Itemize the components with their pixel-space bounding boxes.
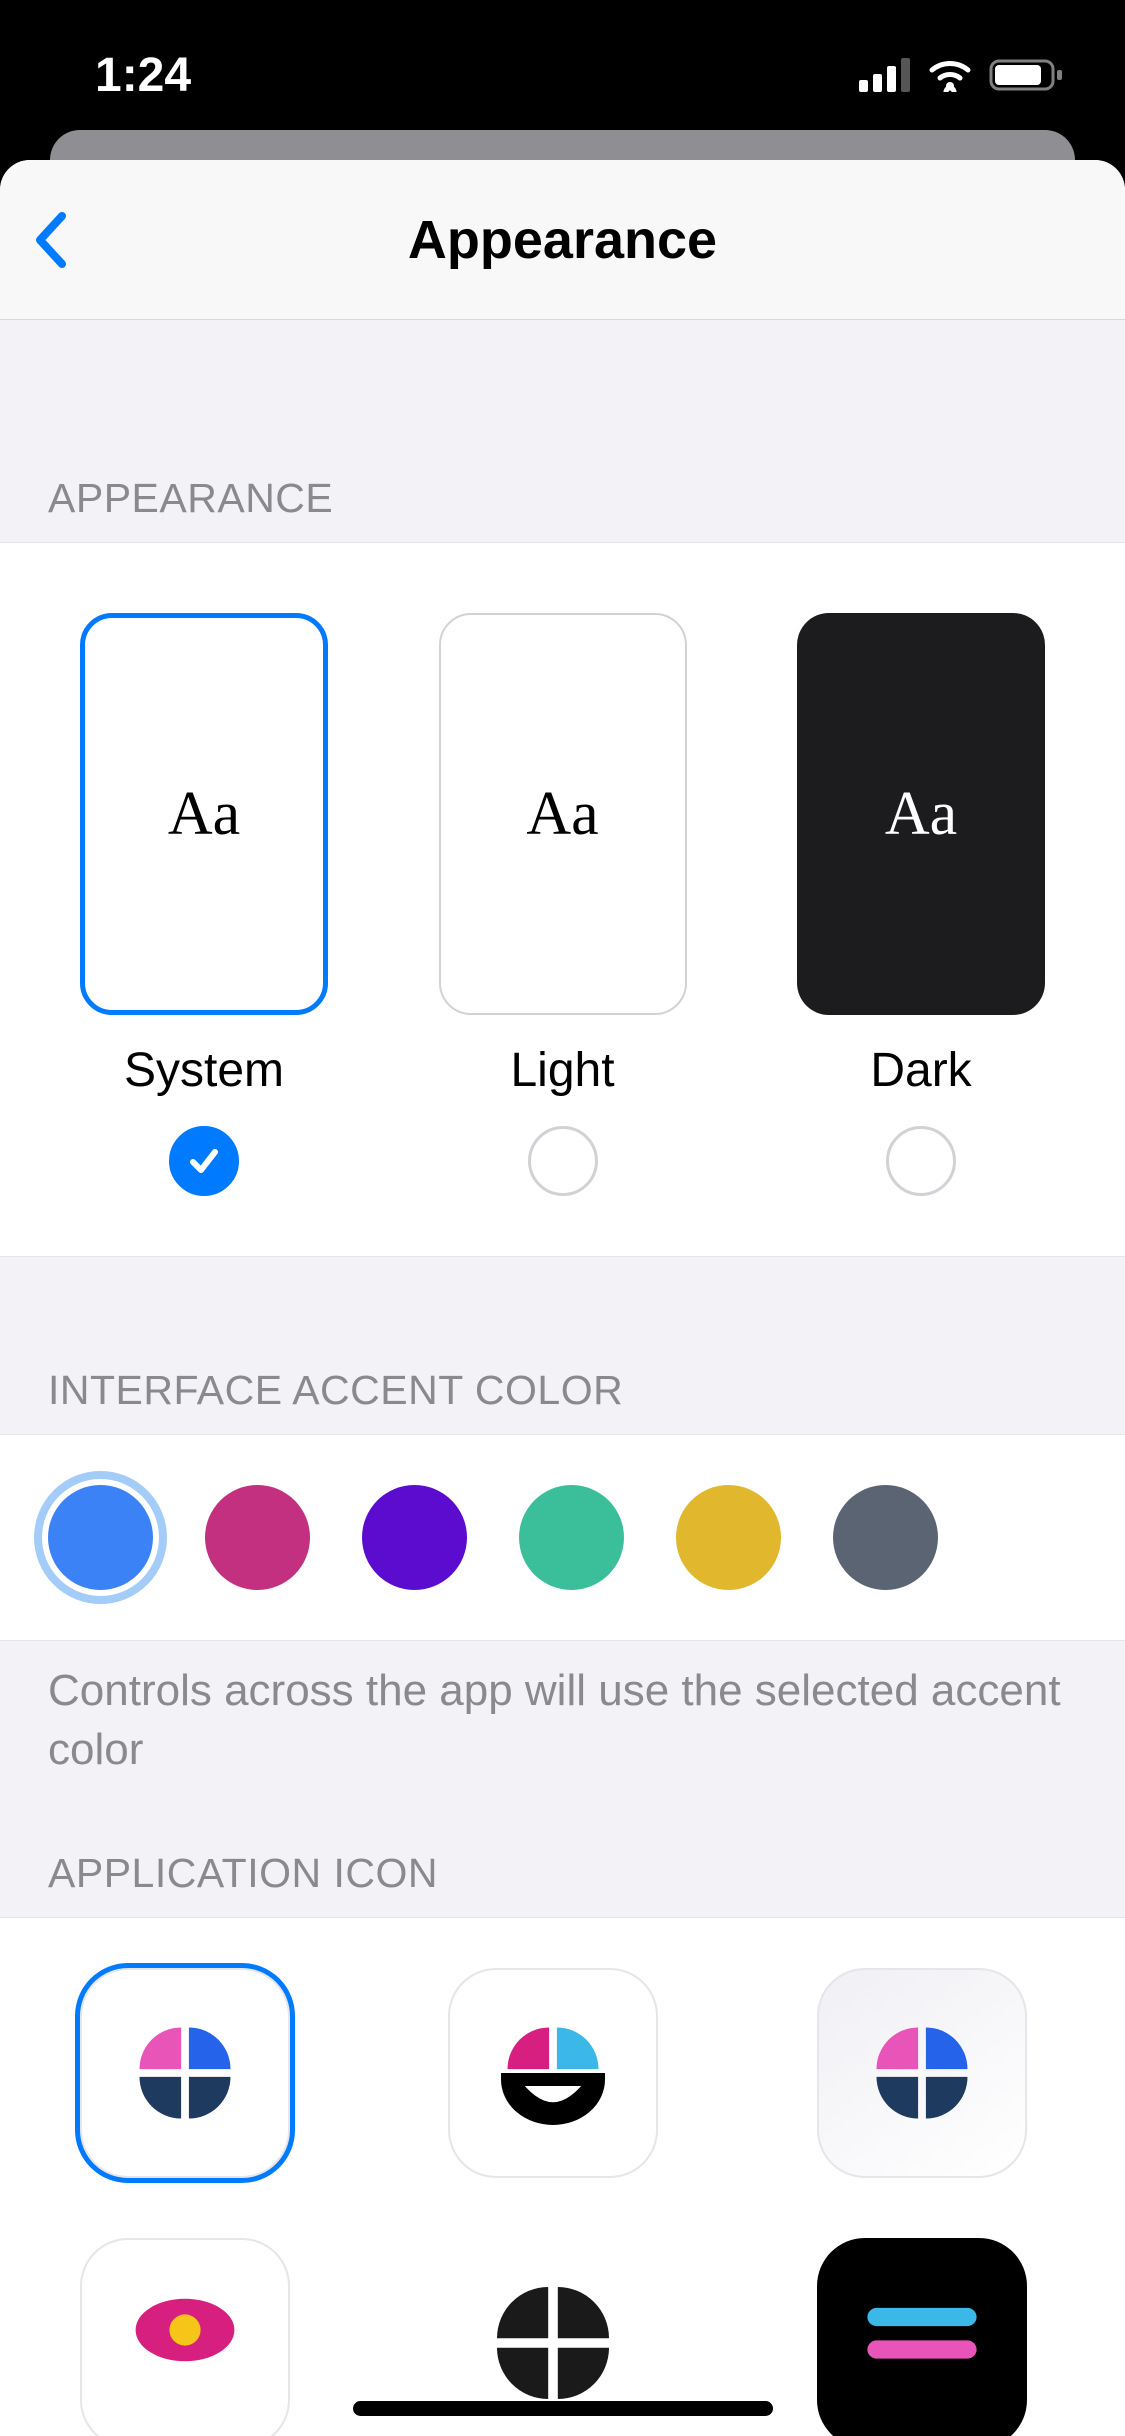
back-button[interactable]: [20, 210, 80, 270]
theme-option-light[interactable]: Aa Light: [439, 613, 687, 1196]
battery-icon: [989, 57, 1065, 93]
content: APPEARANCE Aa System Aa Light: [0, 320, 1125, 2436]
app-icons-grid: [0, 1918, 1125, 2436]
status-bar: 1:24: [0, 0, 1125, 130]
section-header-accent: INTERFACE ACCENT COLOR: [0, 1257, 1125, 1434]
accent-color-yellow[interactable]: [676, 1485, 781, 1590]
accent-color-magenta[interactable]: [205, 1485, 310, 1590]
settings-sheet: Appearance APPEARANCE Aa System Aa Light: [0, 160, 1125, 2436]
accent-color-blue[interactable]: [48, 1485, 153, 1590]
app-icon-section: [0, 1917, 1125, 2436]
cellular-icon: [859, 58, 911, 92]
accent-section: [0, 1434, 1125, 1641]
app-icon-option-1[interactable]: [80, 1968, 290, 2178]
app-icon-option-2[interactable]: [448, 1968, 658, 2178]
page-title: Appearance: [0, 209, 1125, 271]
app-logo-icon: [120, 2008, 250, 2138]
app-logo-icon: [857, 2008, 987, 2138]
theme-radio-system[interactable]: [169, 1126, 239, 1196]
app-logo-icon: [120, 2278, 250, 2408]
theme-option-dark[interactable]: Aa Dark: [797, 613, 1045, 1196]
status-time: 1:24: [95, 48, 191, 103]
section-header-app-icon: APPLICATION ICON: [0, 1790, 1125, 1917]
theme-label: Dark: [870, 1043, 971, 1098]
theme-radio-light[interactable]: [528, 1126, 598, 1196]
theme-label: Light: [510, 1043, 614, 1098]
section-header-appearance: APPEARANCE: [0, 320, 1125, 542]
app-icon-option-4[interactable]: [80, 2238, 290, 2436]
appearance-section: Aa System Aa Light Aa Dark: [0, 542, 1125, 1257]
chevron-left-icon: [32, 210, 68, 270]
home-indicator[interactable]: [353, 2401, 773, 2416]
accent-footer: Controls across the app will use the sel…: [0, 1641, 1125, 1790]
accent-color-row: [0, 1435, 1125, 1640]
theme-preview-light: Aa: [439, 613, 687, 1015]
theme-preview-dark: Aa: [797, 613, 1045, 1015]
app-icon-option-6[interactable]: [817, 2238, 1027, 2436]
app-logo-icon: [857, 2278, 987, 2408]
theme-option-system[interactable]: Aa System: [80, 613, 328, 1196]
wifi-icon: [926, 58, 974, 92]
accent-color-gray[interactable]: [833, 1485, 938, 1590]
accent-color-purple[interactable]: [362, 1485, 467, 1590]
app-icon-option-3[interactable]: [817, 1968, 1027, 2178]
accent-color-teal[interactable]: [519, 1485, 624, 1590]
theme-radio-dark[interactable]: [886, 1126, 956, 1196]
status-icons: [859, 57, 1065, 93]
app-logo-icon: [473, 2263, 633, 2423]
theme-label: System: [124, 1043, 284, 1098]
sheet-behind: [0, 130, 1125, 160]
theme-row: Aa System Aa Light Aa Dark: [0, 543, 1125, 1256]
nav-bar: Appearance: [0, 160, 1125, 320]
app-logo-icon: [488, 2008, 618, 2138]
check-icon: [185, 1142, 223, 1180]
theme-preview-system: Aa: [80, 613, 328, 1015]
